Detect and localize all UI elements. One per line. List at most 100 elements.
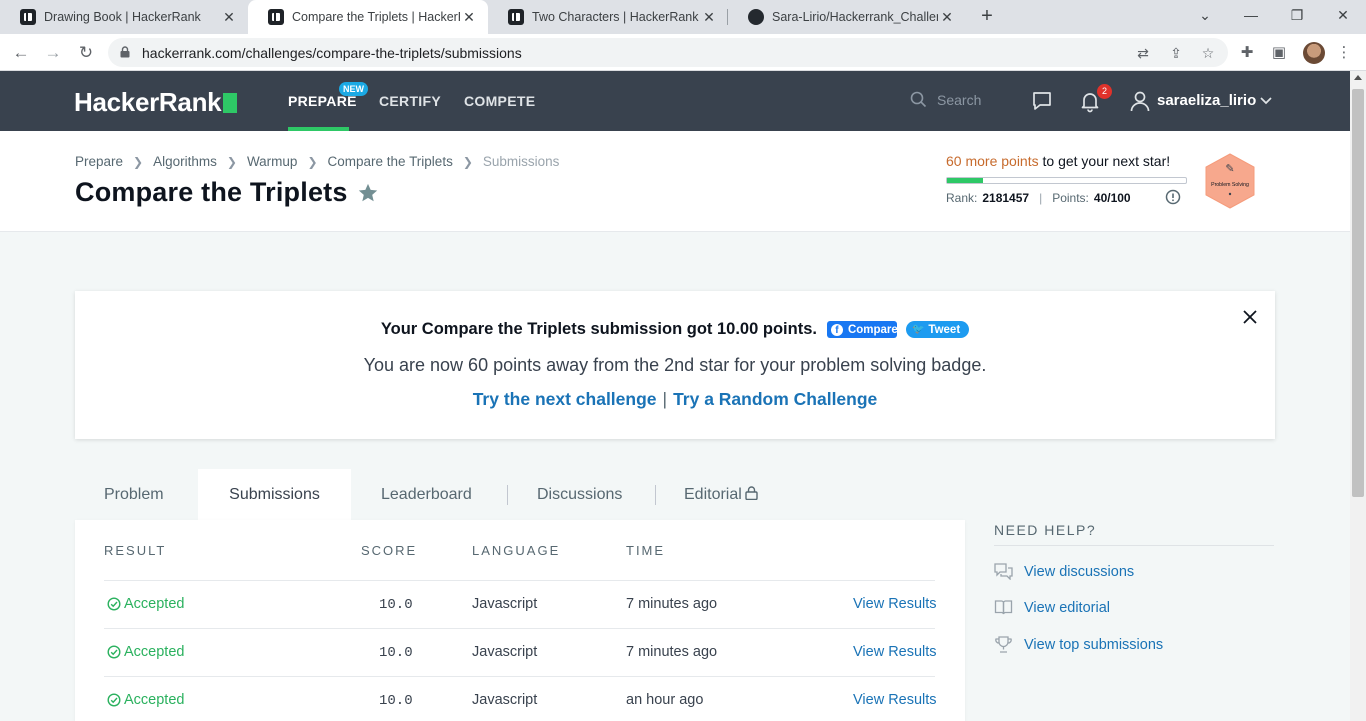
logo-text: HackerRank: [74, 87, 222, 117]
logo-square-icon: [223, 92, 238, 113]
search-input[interactable]: Search: [910, 91, 981, 108]
tab-title: Compare the Triplets | HackerRank: [292, 10, 460, 24]
breadcrumb-algorithms[interactable]: Algorithms: [153, 154, 217, 169]
side-panel-icon[interactable]: ▣: [1269, 43, 1289, 63]
nav-compete[interactable]: COMPETE: [464, 93, 535, 109]
rank-label: Rank:: [946, 191, 978, 205]
profile-avatar[interactable]: [1303, 42, 1325, 64]
challenge-header: Prepare ❯ Algorithms ❯ Warmup ❯ Compare …: [0, 131, 1350, 232]
messages-icon[interactable]: [1030, 89, 1054, 113]
tab-problem[interactable]: Problem: [104, 469, 164, 520]
result-text: Accepted: [124, 692, 185, 708]
tab-search-chevron-icon[interactable]: ⌄: [1182, 0, 1228, 30]
tab-editorial[interactable]: Editorial: [684, 469, 758, 520]
banner-links: Try the next challenge | Try a Random Chal…: [75, 389, 1275, 410]
table-row-result: Accepted: [107, 692, 184, 708]
nav-certify[interactable]: CERTIFY: [379, 93, 441, 109]
back-button[interactable]: ←: [8, 40, 34, 66]
view-editorial-link[interactable]: View editorial: [994, 599, 1110, 616]
url-text[interactable]: hackerrank.com/challenges/compare-the-tr…: [142, 45, 522, 61]
chevron-down-icon[interactable]: [1259, 93, 1273, 107]
browser-menu-icon[interactable]: ⋮: [1334, 43, 1354, 63]
breadcrumb-warmup[interactable]: Warmup: [247, 154, 298, 169]
table-row-result: Accepted: [107, 596, 184, 612]
reload-button[interactable]: ↻: [73, 40, 99, 66]
lock-icon[interactable]: [120, 46, 130, 58]
view-results-link[interactable]: View Results: [853, 644, 937, 660]
page-scrollbar[interactable]: [1350, 71, 1366, 721]
bookmark-star-icon[interactable]: [357, 182, 379, 204]
close-window-button[interactable]: ✕: [1320, 0, 1366, 30]
table-row-time: 7 minutes ago: [626, 596, 718, 612]
omnibox[interactable]: hackerrank.com/challenges/compare-the-tr…: [108, 38, 1228, 67]
rank-points-line: Rank: 2181457 | Points: 40/100: [946, 191, 1131, 205]
browser-tab-compare-triplets[interactable]: Compare the Triplets | HackerRank ✕: [248, 0, 488, 34]
tab-discussions[interactable]: Discussions: [537, 469, 622, 520]
restore-button[interactable]: ❐: [1274, 0, 1320, 30]
notification-count-badge: 2: [1097, 84, 1112, 99]
table-divider: [104, 628, 935, 629]
user-icon[interactable]: [1128, 89, 1152, 113]
tab-submissions[interactable]: Submissions: [198, 469, 351, 520]
table-row-score: 10.0: [379, 693, 413, 709]
close-icon[interactable]: [1240, 307, 1260, 327]
breadcrumb-chevron-icon: ❯: [462, 154, 473, 169]
browser-tab-github[interactable]: Sara-Lirio/Hackerrank_Challenges ✕: [728, 0, 966, 34]
check-circle-icon: [107, 693, 121, 707]
view-discussions-label: View discussions: [1024, 563, 1135, 580]
tab-separator: [507, 485, 508, 505]
breadcrumb-challenge[interactable]: Compare the Triplets: [328, 154, 453, 169]
table-row-time: an hour ago: [626, 692, 704, 708]
info-icon[interactable]: [1165, 189, 1181, 205]
bookmark-star-icon[interactable]: ☆: [1199, 44, 1217, 62]
view-top-submissions-link[interactable]: View top submissions: [994, 636, 1163, 653]
view-discussions-link[interactable]: View discussions: [994, 563, 1134, 580]
view-top-submissions-label: View top submissions: [1024, 636, 1164, 653]
close-tab-icon[interactable]: ✕: [938, 9, 956, 26]
close-tab-icon[interactable]: ✕: [460, 9, 478, 26]
tweet-button[interactable]: 🐦 Tweet: [905, 321, 970, 338]
twitter-bird-icon: 🐦: [911, 324, 925, 335]
scrollbar-thumb[interactable]: [1352, 89, 1364, 497]
new-tab-button[interactable]: +: [976, 5, 998, 27]
tab-separator: [655, 485, 656, 505]
column-header-score: SCORE: [361, 543, 418, 558]
address-toolbar: ← → ↻ hackerrank.com/challenges/compare-…: [0, 34, 1366, 71]
forward-button[interactable]: →: [40, 40, 66, 66]
search-icon: [910, 91, 927, 108]
tab-title: Two Characters | HackerRank: [532, 10, 699, 24]
table-row-score: 10.0: [379, 645, 413, 661]
hackerrank-navbar: HackerRank PREPARE NEW CERTIFY COMPETE S…: [0, 71, 1350, 131]
table-divider: [104, 580, 935, 581]
close-tab-icon[interactable]: ✕: [220, 9, 238, 26]
hackerrank-logo[interactable]: HackerRank: [74, 87, 238, 118]
points-value: 40/100: [1093, 191, 1131, 205]
next-challenge-link[interactable]: Try the next challenge: [473, 389, 657, 409]
facebook-share-button[interactable]: f Compare: [826, 321, 897, 338]
banner-subline: You are now 60 points away from the 2nd …: [363, 355, 987, 375]
tab-leaderboard[interactable]: Leaderboard: [381, 469, 472, 520]
rank-separator: |: [1039, 191, 1043, 205]
browser-tab-drawing-book[interactable]: Drawing Book | HackerRank ✕: [0, 0, 248, 34]
close-tab-icon[interactable]: ✕: [700, 9, 718, 26]
breadcrumb-prepare[interactable]: Prepare: [75, 154, 123, 169]
view-results-link[interactable]: View Results: [853, 596, 937, 612]
tab-title: Sara-Lirio/Hackerrank_Challenges: [772, 10, 938, 24]
extensions-icon[interactable]: ✚: [1237, 43, 1257, 63]
scroll-up-arrow-icon[interactable]: [1354, 75, 1362, 80]
translate-icon[interactable]: ⇄: [1134, 44, 1152, 62]
username-menu[interactable]: saraeliza_lirio: [1157, 92, 1256, 109]
star-progress-bar: [946, 177, 1187, 184]
result-text: Accepted: [124, 596, 185, 612]
result-text: Accepted: [124, 644, 185, 660]
random-challenge-link[interactable]: Try a Random Challenge: [673, 389, 877, 409]
check-circle-icon: [107, 597, 121, 611]
share-icon[interactable]: ⇪: [1167, 44, 1185, 62]
browser-tab-two-characters[interactable]: Two Characters | HackerRank ✕: [488, 0, 728, 34]
problem-solving-badge[interactable]: ✎ Problem Solving: [1204, 153, 1256, 209]
view-results-link[interactable]: View Results: [853, 692, 937, 708]
tab-title: Drawing Book | HackerRank: [44, 10, 201, 24]
table-divider: [104, 676, 935, 677]
column-header-time: TIME: [626, 543, 666, 558]
minimize-button[interactable]: —: [1228, 0, 1274, 30]
